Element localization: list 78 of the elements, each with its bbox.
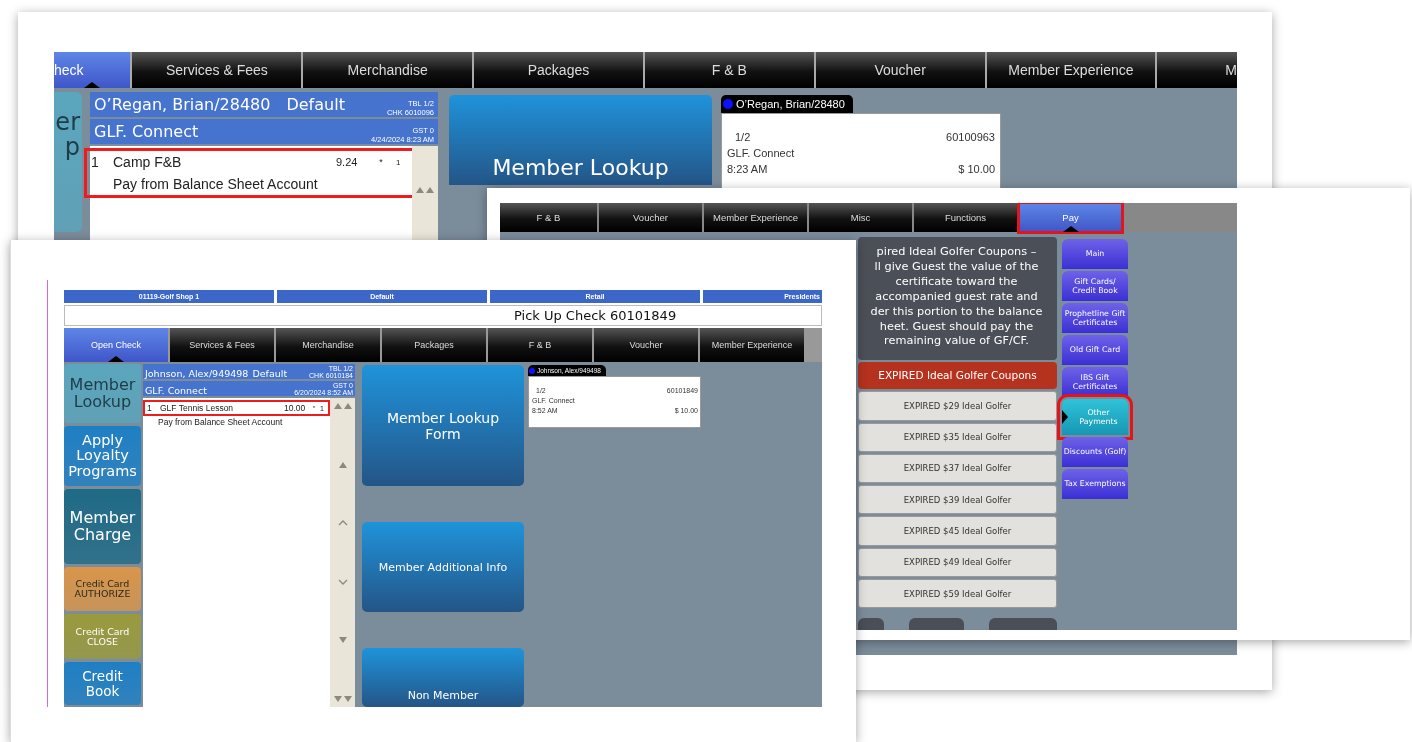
action-button[interactable]: Member Charge [64,489,141,564]
quantity: 1 [146,403,153,413]
down-arrow-icon[interactable] [337,636,348,645]
outlet-name: GLF. Connect [145,385,207,396]
tab[interactable]: Voucher [815,52,985,88]
open-time: 8:23 AM [727,161,768,177]
payment-button[interactable]: EXPIRED $49 Ideal Golfer [858,547,1057,577]
tab[interactable]: Misc [809,203,912,232]
check-card-tab[interactable]: O’Regan, Brian/28480 [721,95,853,113]
payment-button[interactable]: EXPIRED $29 Ideal Golfer [858,391,1057,421]
button[interactable] [908,618,964,630]
pointer-icon [1062,410,1068,424]
chevron-up-icon[interactable] [337,519,348,528]
tab[interactable]: F & B [644,52,814,88]
asterisk-label: * [378,157,384,167]
tab[interactable]: F & B [488,328,592,362]
action-button[interactable]: er p [54,92,82,232]
tab[interactable]: M [1157,52,1237,88]
tab[interactable]: Packages [382,328,486,362]
double-up-arrow-icon[interactable] [415,186,435,194]
item-price: 9.24 [336,156,359,168]
action-button[interactable]: Member Lookup [449,95,712,185]
double-down-arrow-icon[interactable] [332,694,353,703]
tab[interactable]: Pay [1019,203,1122,232]
action-button[interactable]: Member Lookup [64,364,141,423]
tab[interactable]: Member Experience [704,203,807,232]
button[interactable] [988,618,1057,630]
window-title: Pick Up Check 60101849 [514,308,677,323]
tab[interactable]: Voucher [594,328,698,362]
quantity: 1 [90,154,100,170]
message-text: pired Ideal Golfer Coupons – ll give Guest the value of the certificate toward the accompanied guest rate and der this portion to the balance heet. Guest should pay the remaining value of GF/CF. [858,237,1057,360]
action-button[interactable]: Non Member [362,648,524,707]
item-name[interactable]: GLF Tennis Lesson [160,403,284,413]
action-button[interactable]: Apply Loyalty Programs [64,426,141,486]
button[interactable] [858,618,884,630]
payment-button[interactable]: EXPIRED $45 Ideal Golfer [858,516,1057,546]
table-label: 1/2 [735,130,751,145]
guest-name: O’Regan, Brian/28480 [94,95,271,116]
tab[interactable]: Packages [474,52,643,88]
outlet-name: GLF. Connect [94,122,199,143]
tab[interactable]: Services & Fees [170,328,274,362]
payment-button[interactable]: EXPIRED $39 Ideal Golfer [858,485,1057,515]
profile-label: Default [252,368,288,379]
guest-name: O’Regan, Brian/28480 [736,98,845,110]
payment-button[interactable]: EXPIRED $37 Ideal Golfer [858,453,1057,484]
group-header: EXPIRED Ideal Golfer Coupons [858,361,1057,390]
action-button[interactable]: Credit Card AUTHORIZE [64,567,141,611]
guest-name: Johnson, Alex/949498 [145,368,249,379]
status-dot [529,367,535,374]
tab[interactable]: Services & Fees [132,52,302,88]
chevron-down-icon[interactable] [337,577,348,586]
item-modifier: Pay from Balance Sheet Account [157,417,283,427]
up-arrow-icon[interactable] [337,460,348,469]
item-modifier: Pay from Balance Sheet Account [112,176,318,192]
check-number: 60100963 [946,130,995,145]
tab[interactable]: heck [54,52,131,88]
tab[interactable]: Merchandise [276,328,380,362]
payment-button[interactable]: EXPIRED $59 Ideal Golfer [858,578,1057,609]
tab[interactable]: Merchandise [303,52,473,88]
tab[interactable]: Voucher [599,203,702,232]
tab[interactable]: F & B [500,203,597,232]
outlet-name: GLF. Connect [727,145,795,161]
action-button[interactable]: Credit Book [64,662,141,705]
status-dot [723,99,733,109]
action-button[interactable]: Member Additional Info [362,522,524,613]
profile-label: Default [286,95,345,116]
action-button[interactable]: Member Lookup Form [362,365,524,487]
check-card[interactable]: 1/2 60100963 GLF. Connect 8:23 AM $ 10.00 [721,113,1001,189]
tab[interactable]: Member Experience [700,328,804,362]
tab[interactable]: Functions [914,203,1017,232]
item-price: 10.00 [284,403,307,413]
tab[interactable]: Member Experience [986,52,1156,88]
check-total: $ 10.00 [958,161,995,177]
tab[interactable]: Open Check [64,328,168,362]
payment-button[interactable]: EXPIRED $35 Ideal Golfer [858,422,1057,452]
double-up-arrow-icon[interactable] [332,402,353,410]
item-name[interactable]: Camp F&B [113,154,336,170]
seat-number: 1 [396,157,402,167]
